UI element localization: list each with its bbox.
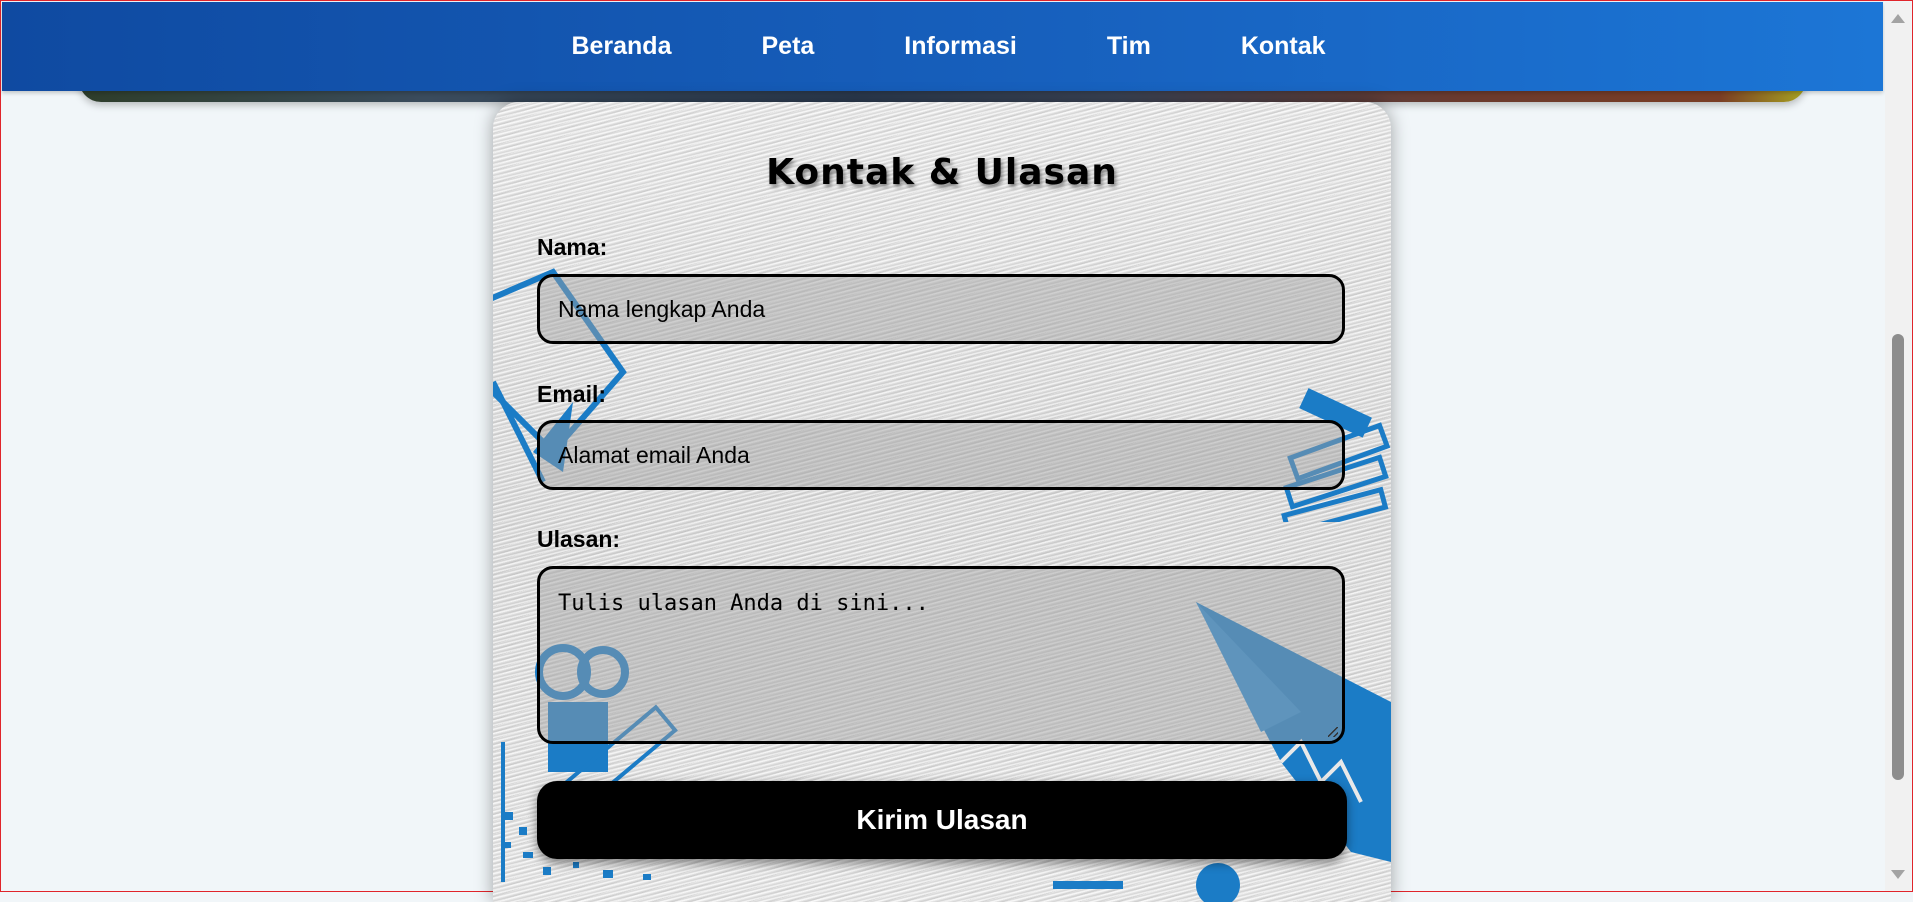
nav-link-tim[interactable]: Tim xyxy=(1107,32,1151,61)
scroll-up-arrow-icon[interactable] xyxy=(1891,14,1905,23)
email-input[interactable]: Alamat email Anda xyxy=(537,420,1345,490)
email-placeholder: Alamat email Anda xyxy=(558,441,750,468)
resize-grip-icon[interactable] xyxy=(1328,727,1338,737)
bottom-shapes-illustration xyxy=(1053,863,1240,902)
page-scrollbar[interactable] xyxy=(1885,2,1911,891)
review-label: Ulasan: xyxy=(537,526,621,552)
nav-link-kontak[interactable]: Kontak xyxy=(1241,32,1326,61)
review-textarea[interactable]: Tulis ulasan Anda di sini... xyxy=(537,566,1345,744)
contact-form-card: Kontak & Ulasan Nama: Nama lengkap Anda … xyxy=(493,102,1391,902)
nav-link-beranda[interactable]: Beranda xyxy=(571,32,671,61)
review-placeholder: Tulis ulasan Anda di sini... xyxy=(558,591,929,616)
name-label: Nama: xyxy=(537,234,608,260)
scroll-thumb[interactable] xyxy=(1892,334,1904,780)
nav-link-peta[interactable]: Peta xyxy=(761,32,814,61)
nav-links: Beranda Peta Informasi Tim Kontak xyxy=(514,32,1370,61)
name-input[interactable]: Nama lengkap Anda xyxy=(537,274,1345,344)
submit-review-button[interactable]: Kirim Ulasan xyxy=(537,781,1347,859)
name-placeholder: Nama lengkap Anda xyxy=(558,295,766,322)
top-navbar: Beranda Peta Informasi Tim Kontak xyxy=(2,2,1883,91)
email-label: Email: xyxy=(537,381,607,407)
scroll-down-arrow-icon[interactable] xyxy=(1891,870,1905,879)
form-title: Kontak & Ulasan xyxy=(766,152,1118,193)
nav-link-informasi[interactable]: Informasi xyxy=(904,32,1017,61)
